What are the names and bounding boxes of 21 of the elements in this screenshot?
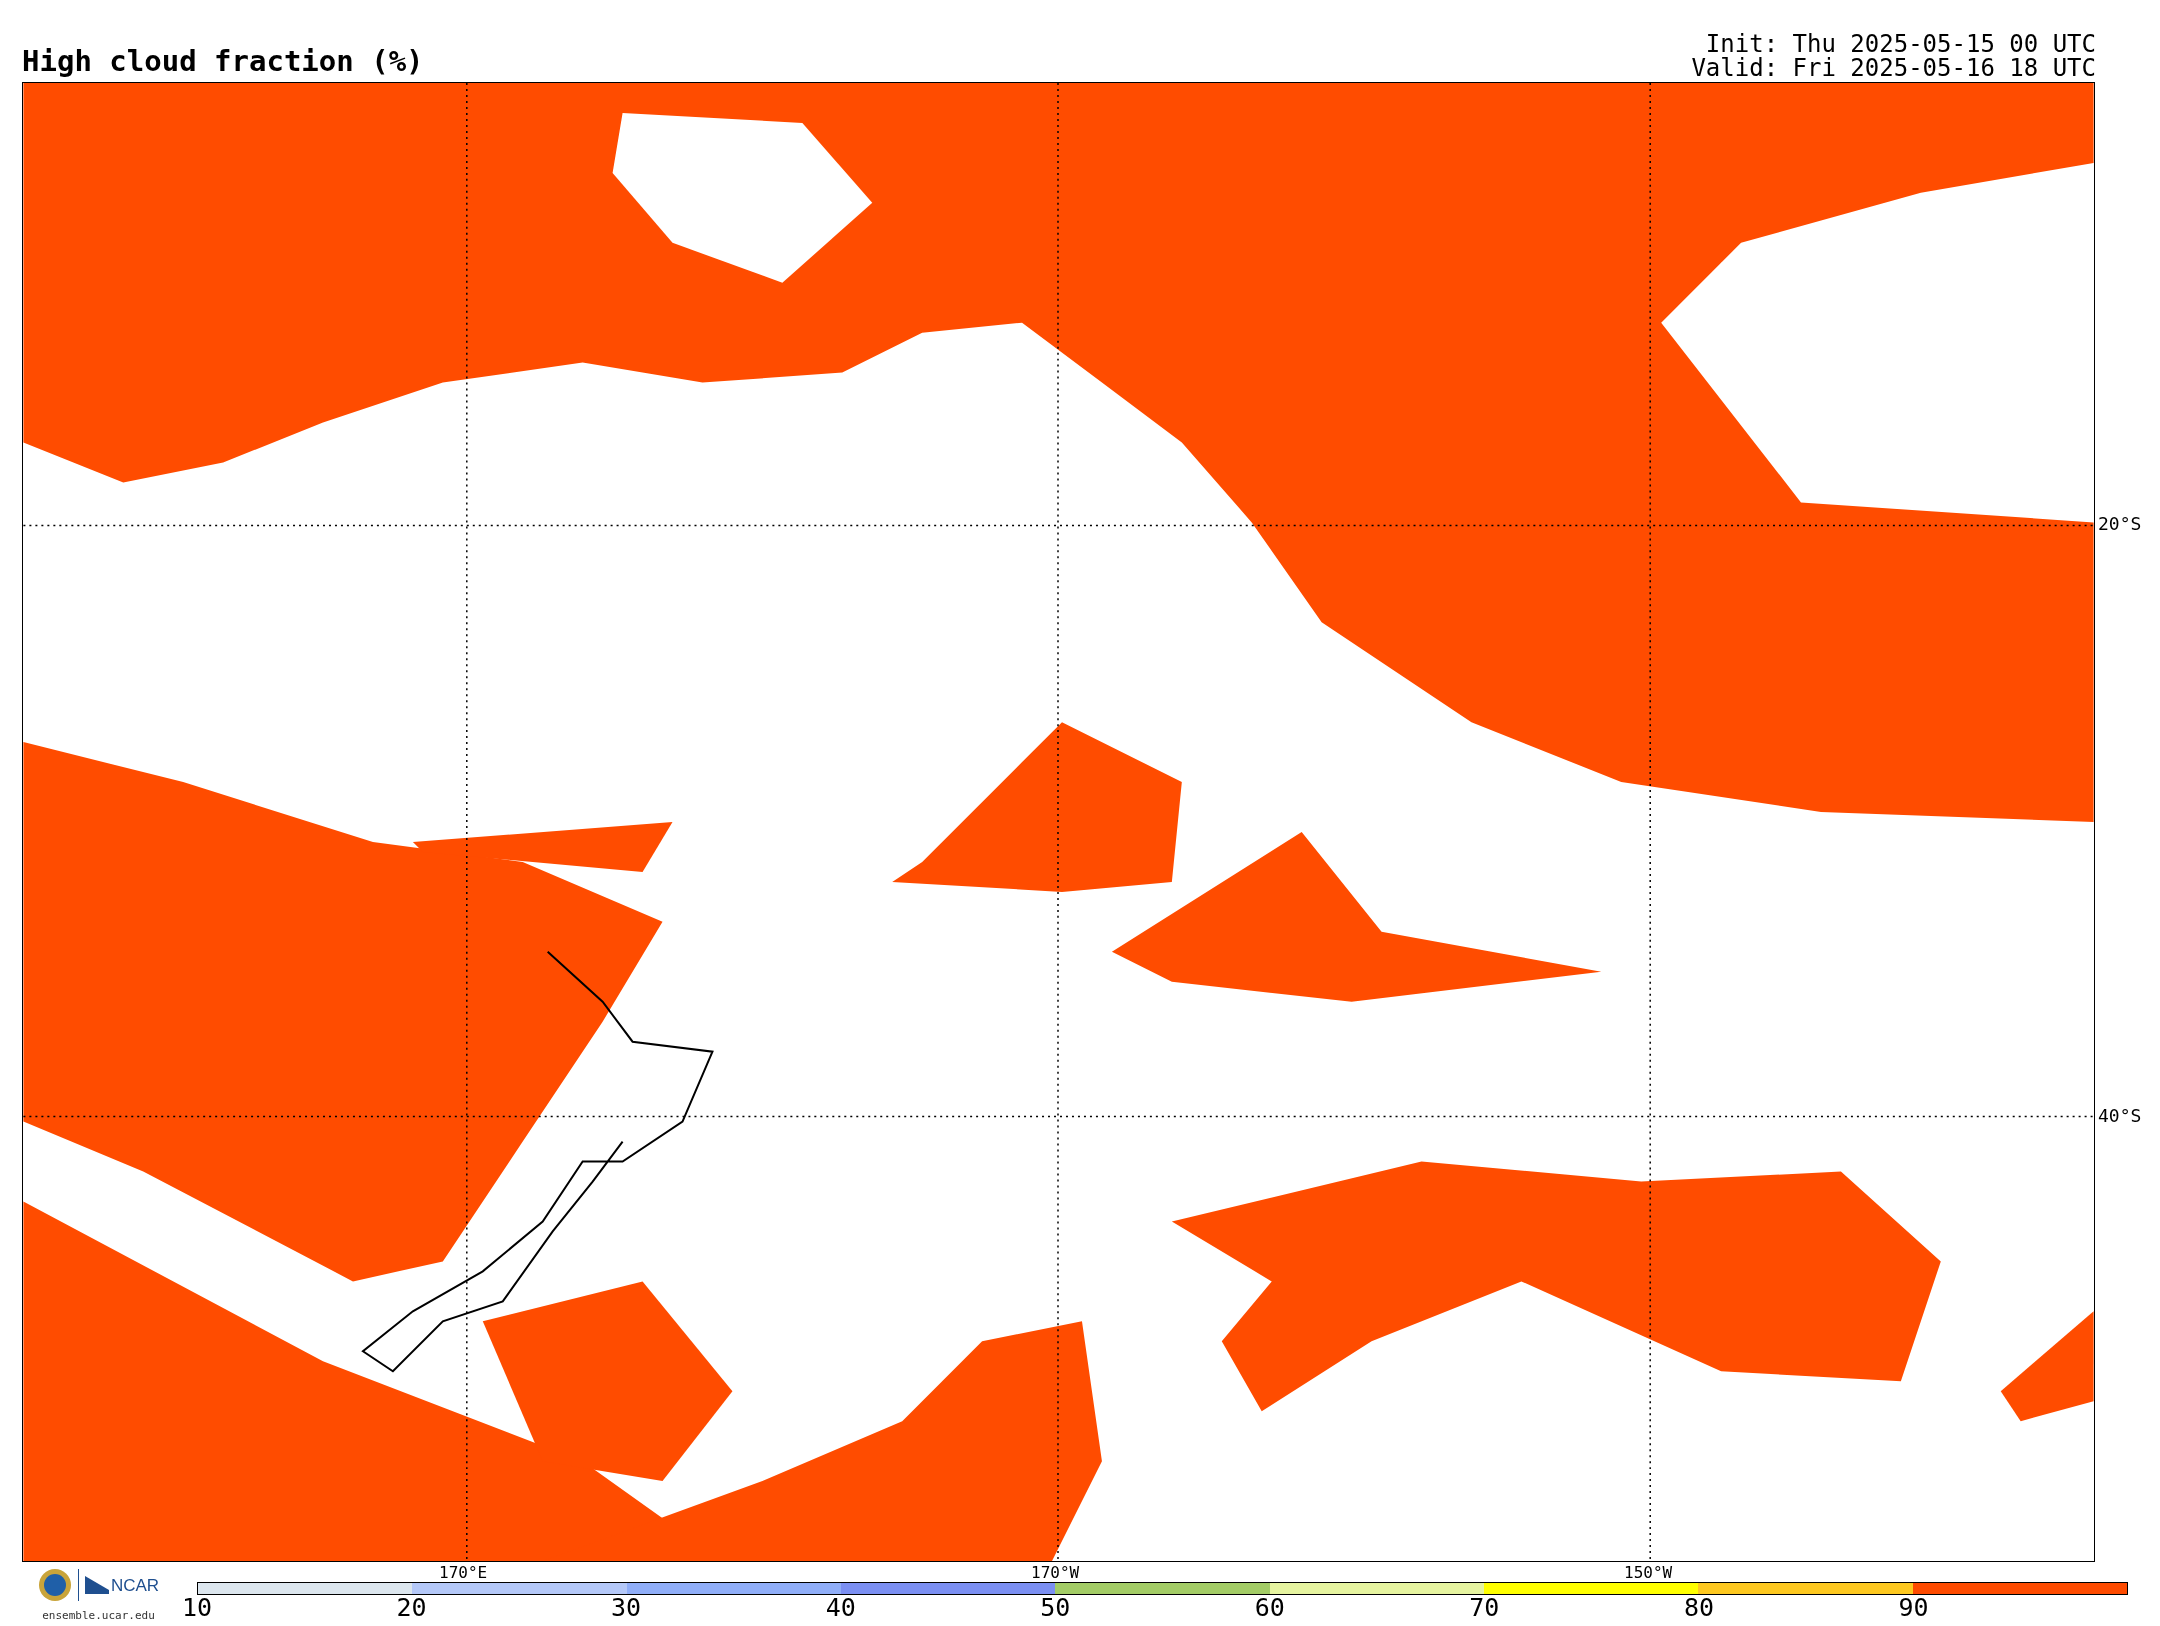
colorbar-tick-label: 60	[1254, 1595, 1285, 1620]
colorbar-tick-label: 10	[181, 1595, 213, 1620]
latitude-label: 40°S	[2098, 1107, 2142, 1125]
site-url: ensemble.ucar.edu	[42, 1608, 155, 1624]
colorbar-tick-label: 40	[825, 1595, 856, 1620]
init-time: Init: Thu 2025-05-15 00 UTC	[1705, 32, 2096, 56]
longitude-label: 170°E	[439, 1565, 488, 1581]
longitude-label: 170°W	[1031, 1565, 1080, 1581]
colorbar-tick-label: 20	[396, 1595, 427, 1620]
colorbar-tick-label: 80	[1683, 1595, 1714, 1620]
colorbar-tick-label: 70	[1469, 1595, 1500, 1620]
colorbar-tick-label: 90	[1898, 1595, 1929, 1620]
colorbar-tick-label: 30	[611, 1595, 642, 1620]
ncar-logo-icon	[84, 1576, 109, 1594]
longitude-label: 150°W	[1624, 1565, 1673, 1581]
plot-title: High cloud fraction (%)	[22, 47, 424, 80]
valid-time: Valid: Fri 2025-05-16 18 UTC	[1691, 56, 2096, 80]
seal-icon	[37, 1568, 72, 1602]
colorbar-tick-label: 50	[1040, 1595, 1071, 1620]
logo-text: NCAR	[110, 1576, 160, 1594]
latitude-label: 20°S	[2098, 515, 2142, 533]
